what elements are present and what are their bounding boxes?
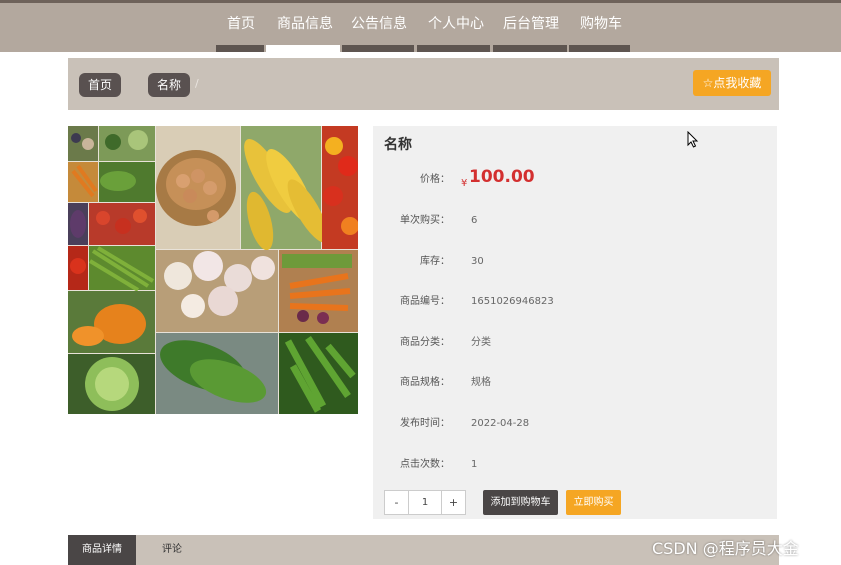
watermark: CSDN @程序员大金 [652, 539, 799, 558]
info-row: 商品分类： 分类 [373, 333, 777, 353]
info-label: 库存： [420, 256, 450, 267]
product-info-panel: 名称 价格： ¥ 100.00 单次购买： 6 库存： 30 商品编号： 165… [373, 126, 777, 519]
breadcrumb-home[interactable]: 首页 [79, 73, 122, 97]
info-value: 1 [471, 459, 478, 470]
nav-products[interactable]: 商品信息 [277, 14, 333, 34]
info-label: 商品编号： [400, 296, 450, 307]
quantity-input[interactable] [409, 491, 441, 514]
increase-quantity-button[interactable]: + [441, 491, 465, 514]
info-label: 点击次数： [400, 459, 450, 470]
price-row: 价格： ¥ 100.00 [373, 167, 777, 190]
info-label: 发布时间： [400, 418, 450, 429]
info-value: 规格 [471, 377, 491, 388]
nav-notices[interactable]: 公告信息 [351, 14, 407, 34]
info-row: 商品编号： 1651026946823 [373, 292, 777, 312]
tab-product-details[interactable]: 商品详情 [68, 535, 136, 565]
info-value: 1651026946823 [471, 296, 554, 307]
info-label: 商品分类： [400, 337, 450, 348]
product-title: 名称 [384, 137, 412, 153]
info-value: 分类 [471, 337, 491, 348]
nav-admin[interactable]: 后台管理 [503, 14, 559, 34]
info-row: 商品规格： 规格 [373, 373, 777, 393]
info-label: 单次购买： [400, 215, 450, 226]
nav-underline [216, 45, 264, 52]
top-navbar: 首页 商品信息 公告信息 个人中心 后台管理 购物车 [0, 0, 841, 52]
breadcrumb: 首页 / 名称 ☆点我收藏 [68, 58, 779, 110]
price-value: 100.00 [469, 167, 535, 187]
quantity-stepper: - + [384, 490, 466, 515]
info-value: 6 [471, 215, 478, 226]
price-label: 价格： [420, 174, 450, 185]
currency-symbol: ¥ [461, 178, 468, 189]
info-row: 发布时间： 2022-04-28 [373, 414, 777, 434]
nav-underline [417, 45, 490, 52]
info-label: 商品规格： [400, 377, 450, 388]
buy-now-button[interactable]: 立即购买 [566, 490, 621, 515]
info-value: 2022-04-28 [471, 418, 530, 429]
nav-underline [569, 45, 630, 52]
info-row: 库存： 30 [373, 252, 777, 272]
breadcrumb-separator: / [195, 77, 199, 90]
tab-comments[interactable]: 评论 [140, 535, 204, 565]
favorite-button[interactable]: ☆点我收藏 [693, 70, 771, 96]
product-image [68, 126, 358, 414]
nav-underline-active [266, 45, 340, 52]
breadcrumb-current[interactable]: 名称 [148, 73, 191, 97]
mouse-cursor-icon [687, 131, 699, 148]
nav-underline [342, 45, 414, 52]
nav-underline [493, 45, 567, 52]
nav-cart[interactable]: 购物车 [580, 14, 622, 34]
info-value: 30 [471, 256, 484, 267]
nav-home[interactable]: 首页 [227, 14, 255, 34]
decrease-quantity-button[interactable]: - [385, 491, 409, 514]
add-to-cart-button[interactable]: 添加到购物车 [483, 490, 558, 515]
info-row: 点击次数： 1 [373, 455, 777, 475]
top-navbar-edge [0, 0, 841, 3]
nav-profile[interactable]: 个人中心 [428, 14, 484, 34]
vegetable-collage-image [68, 126, 358, 414]
info-row: 单次购买： 6 [373, 211, 777, 231]
